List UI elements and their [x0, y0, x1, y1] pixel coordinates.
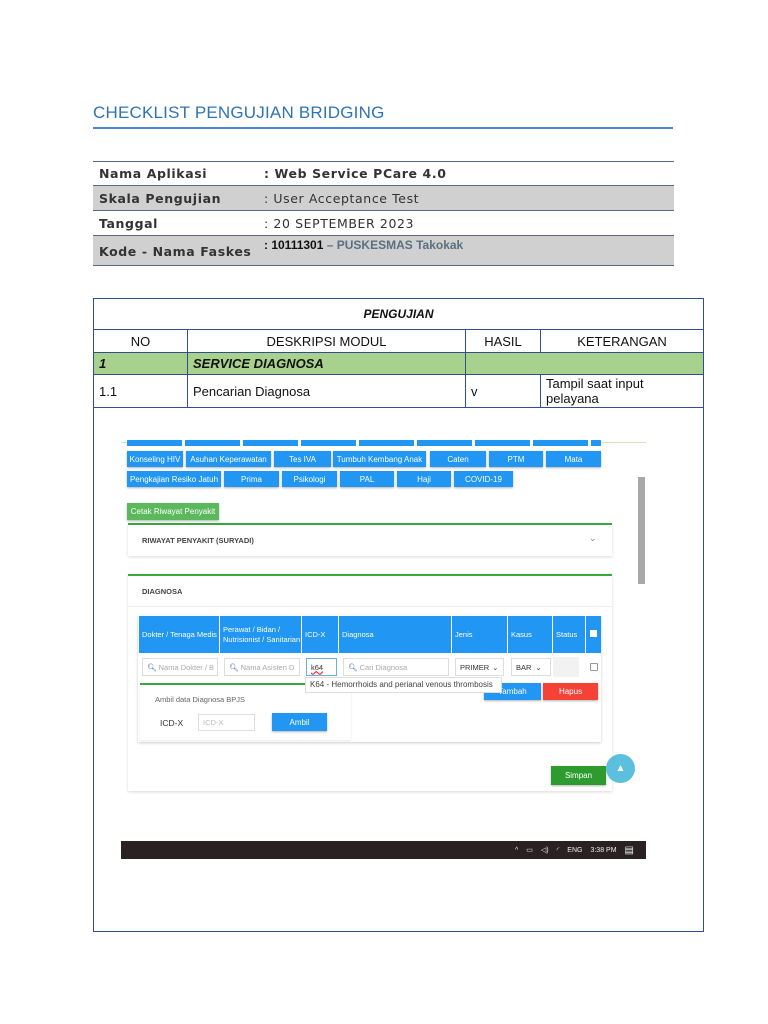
col-diagnosa: Diagnosa [339, 616, 452, 653]
asisten-placeholder: Nama Asisten D [240, 662, 295, 672]
dokter-input[interactable]: 🔍︎ Nama Dokter / B [142, 658, 218, 676]
icd-input[interactable]: k64 [306, 658, 337, 676]
col-status: Status [553, 616, 586, 653]
chevron-down-icon: ⌄ [492, 662, 499, 672]
status-cell [553, 657, 579, 677]
tab-pengkajian-resiko[interactable]: Pengkajian Resiko Jatuh [127, 471, 221, 487]
row-checkbox[interactable] [590, 663, 598, 671]
header-no: NO [93, 330, 188, 353]
info-value: : 20 SEPTEMBER 2023 [264, 216, 415, 231]
taskbar: ^ ▭ ◁) ◜ ENG 3:38 PM ▤ [121, 841, 646, 859]
diagnosa-placeholder: Cari Diagnosa [359, 662, 408, 672]
delete-button[interactable]: Hapus [543, 683, 598, 700]
header-result: HASIL [466, 330, 541, 353]
jenis-value: PRIMER [460, 662, 490, 672]
col-dokter: Dokter / Tenaga Medis [139, 616, 220, 653]
fetch-button[interactable]: Ambil [272, 713, 327, 731]
tab-konseling-hiv[interactable]: Konseling HIV [127, 451, 183, 467]
wifi-icon[interactable]: ◜ [557, 846, 560, 854]
select-all-checkbox[interactable] [590, 630, 597, 637]
section-no: 1 [93, 353, 188, 375]
divider [128, 606, 612, 607]
header-desc: DESKRIPSI MODUL [188, 330, 466, 353]
info-row-faskes: Kode - Nama Faskes : 10111301 – PUSKESMAS… [93, 235, 674, 266]
tab-tes-iva[interactable]: Tes IVA [274, 451, 331, 467]
scroll-top-button[interactable]: ▲ [606, 754, 635, 783]
suggestion-item[interactable]: K64 - Hemorrhoids and perianal venous th… [305, 677, 502, 693]
info-label: Skala Pengujian [99, 191, 222, 206]
tab-mata[interactable]: Mata [546, 451, 601, 467]
bpjs-icd-input[interactable]: ICD-X [198, 714, 255, 731]
col-icd: ICD-X [302, 616, 339, 653]
kasus-select[interactable]: BAR ⌄ [511, 658, 551, 676]
tab-psikologi[interactable]: Psikologi [282, 471, 337, 487]
asisten-input[interactable]: 🔍︎ Nama Asisten D [224, 658, 300, 676]
chevron-down-icon: ⌄ [535, 662, 542, 672]
info-row-date: Tanggal : 20 SEPTEMBER 2023 [93, 210, 674, 235]
tab-pal[interactable]: PAL [340, 471, 394, 487]
section-fill [466, 353, 704, 375]
jenis-select[interactable]: PRIMER ⌄ [455, 658, 504, 676]
tab-caten[interactable]: Caten [430, 451, 486, 467]
tab-covid19[interactable]: COVID-19 [454, 471, 513, 487]
info-label: Tanggal [99, 216, 159, 231]
info-row-scale: Skala Pengujian : User Acceptance Test [93, 185, 674, 210]
diagnosa-input[interactable]: 🔍︎ Cari Diagnosa [343, 658, 449, 676]
title-underline [93, 127, 673, 129]
info-value: : Web Service PCare 4.0 [264, 166, 447, 181]
faskes-code: : 10111301 [264, 238, 324, 252]
notification-icon[interactable]: ▤ [625, 845, 634, 856]
battery-icon[interactable]: ▭ [526, 846, 533, 854]
bpjs-icd-label: ICD-X [160, 718, 184, 728]
col-kasus: Kasus [508, 616, 553, 653]
volume-icon[interactable]: ◁) [541, 846, 549, 854]
info-row-app: Nama Aplikasi : Web Service PCare 4.0 [93, 161, 674, 185]
info-label: Kode - Nama Faskes [99, 244, 252, 259]
chevron-up-icon: ▲ [615, 763, 626, 774]
search-icon: 🔍︎ [348, 662, 358, 672]
info-label: Nama Aplikasi [99, 166, 208, 181]
row-desc: Pencarian Diagnosa [188, 375, 466, 408]
search-icon: 🔍︎ [147, 662, 157, 672]
header-note: KETERANGAN [541, 330, 704, 353]
tab-prima[interactable]: Prima [224, 471, 279, 487]
table-heading: PENGUJIAN [93, 298, 704, 330]
tab-tumbuh-kembang[interactable]: Tumbuh Kembang Anak [333, 451, 426, 467]
tab-haji[interactable]: Haji [397, 471, 451, 487]
print-history-button[interactable]: Cetak Riwayat Penyakit [127, 503, 219, 520]
row-result: v [466, 375, 541, 408]
tab-row-partial [127, 440, 601, 446]
info-value: : User Acceptance Test [264, 191, 420, 206]
row-no: 1.1 [93, 375, 188, 408]
col-jenis: Jenis [452, 616, 508, 653]
history-panel-title: RIWAYAT PENYAKIT (SURYADI) [142, 536, 254, 545]
faskes-name: – PUSKESMAS Takokak [323, 238, 464, 252]
col-perawat: Perawat / Bidan / Nutrisionist / Sanitar… [220, 616, 302, 653]
tab-ptm[interactable]: PTM [489, 451, 543, 467]
document-title: CHECKLIST PENGUJIAN BRIDGING [93, 103, 385, 122]
bpjs-title: Ambil data Diagnosa BPJS [155, 695, 246, 704]
diagnosa-panel-title: DIAGNOSA [142, 587, 183, 596]
kasus-value: BAR [516, 662, 532, 672]
section-name: SERVICE DIAGNOSA [188, 353, 466, 375]
chevron-down-icon[interactable]: ⌄ [589, 533, 597, 544]
dokter-placeholder: Nama Dokter / B [158, 662, 215, 672]
save-button[interactable]: Simpan [551, 766, 606, 785]
language-indicator[interactable]: ENG [567, 847, 582, 854]
tab-asuhan-keperawatan[interactable]: Asuhan Keperawatan [186, 451, 271, 467]
row-note: Tampil saat input pelayana [541, 375, 704, 408]
chevron-up-icon[interactable]: ^ [515, 847, 518, 854]
scrollbar[interactable] [638, 477, 645, 584]
clock[interactable]: 3:38 PM [590, 847, 616, 854]
search-icon: 🔍︎ [229, 662, 239, 672]
